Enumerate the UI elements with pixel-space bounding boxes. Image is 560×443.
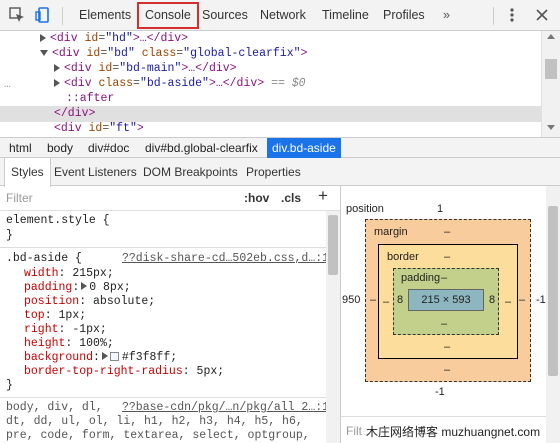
- dom-close-div[interactable]: </div>: [54, 106, 95, 121]
- position-right-value[interactable]: -1: [536, 294, 546, 306]
- inspect-element-icon[interactable]: [8, 6, 26, 24]
- device-mode-icon[interactable]: [34, 6, 52, 24]
- scroll-up-icon[interactable]: [547, 34, 555, 39]
- tab-styles[interactable]: Styles: [4, 158, 51, 187]
- tab-console[interactable]: Console: [137, 2, 199, 29]
- styles-filter-bar: Filter :hov .cls +: [0, 186, 340, 211]
- dom-node-bd[interactable]: <div id="bd" class="global-clearfix">: [40, 46, 307, 61]
- content-box[interactable]: 215 × 593: [408, 289, 484, 311]
- margin-top-value[interactable]: –: [444, 226, 450, 238]
- hov-toggle[interactable]: :hov: [244, 191, 269, 205]
- margin-right-value[interactable]: –: [519, 294, 525, 306]
- border-right-value[interactable]: –: [505, 296, 511, 308]
- margin-label: margin: [374, 226, 408, 238]
- border-left-value[interactable]: –: [383, 296, 389, 308]
- tab-dom-breakpoints[interactable]: DOM Breakpoints: [137, 158, 244, 186]
- expand-shorthand-icon[interactable]: [101, 352, 108, 360]
- tab-timeline[interactable]: Timeline: [316, 0, 375, 31]
- filter-input[interactable]: Filter: [6, 191, 33, 205]
- expand-shorthand-icon[interactable]: [81, 282, 88, 290]
- box-model-pane: position 1 950 -1 -1 margin – – – – bord…: [340, 186, 560, 443]
- styles-subtabs: Styles Event Listeners DOM Breakpoints P…: [0, 158, 560, 187]
- devtools-toolbar: Elements Console Sources Network Timelin…: [0, 0, 560, 31]
- padding-top-value[interactable]: –: [441, 272, 447, 284]
- toolbar-separator: [62, 7, 63, 25]
- css-property[interactable]: padding: 0 8px;: [24, 281, 131, 296]
- margin-bottom-value[interactable]: –: [444, 364, 450, 376]
- padding-bottom-value[interactable]: –: [441, 318, 447, 330]
- selected-node-dots: …: [4, 78, 11, 91]
- bd-aside-selector[interactable]: .bd-aside {: [6, 252, 82, 267]
- position-label: position: [346, 203, 384, 215]
- dom-tree: … <div id="hd">…</div> <div id="bd" clas…: [0, 31, 560, 137]
- bd-aside-source-link[interactable]: ??disk-share-cd…502eb.css,d…:1: [122, 252, 329, 267]
- css-property[interactable]: border-top-right-radius: 5px;: [24, 365, 224, 380]
- cls-toggle[interactable]: .cls: [281, 191, 301, 205]
- dom-node-bd-aside[interactable]: <div class="bd-aside">…</div> == $0: [54, 76, 306, 91]
- dom-node-hd[interactable]: <div id="hd">…</div>: [40, 31, 188, 46]
- dom-scrollbar[interactable]: [541, 31, 560, 137]
- dom-node-ft[interactable]: <div id="ft">: [54, 121, 144, 136]
- crumb-div-bd-aside[interactable]: div.bd-aside: [267, 138, 341, 158]
- border-label: border: [387, 251, 419, 263]
- boxmodel-scroll-thumb[interactable]: [548, 206, 558, 376]
- tab-profiles[interactable]: Profiles: [377, 0, 431, 31]
- border-box[interactable]: border – – – – padding – 8 8 – 215 × 593: [378, 244, 518, 359]
- border-top-value[interactable]: –: [444, 251, 450, 263]
- element-style-selector[interactable]: element.style {: [6, 214, 110, 229]
- close-icon[interactable]: [533, 6, 551, 24]
- scroll-thumb[interactable]: [545, 59, 557, 79]
- rule-divider: [0, 397, 326, 398]
- border-bottom-value[interactable]: –: [444, 341, 450, 353]
- position-top-value[interactable]: 1: [437, 203, 443, 215]
- crumb-html[interactable]: html: [4, 138, 37, 158]
- base-selector-cont: dt, dd, ul, ol, li, h1, h2, h3, h4, h5, …: [6, 415, 303, 428]
- kebab-menu-icon[interactable]: [503, 6, 521, 24]
- base-selector[interactable]: body, div, dl,: [6, 401, 103, 416]
- scroll-down-icon[interactable]: [547, 125, 555, 130]
- margin-left-value[interactable]: –: [370, 294, 376, 306]
- more-tabs-button[interactable]: »: [437, 0, 456, 31]
- tab-sources[interactable]: Sources: [196, 0, 254, 31]
- tab-event-listeners[interactable]: Event Listeners: [48, 158, 143, 186]
- styles-scroll-thumb[interactable]: [328, 215, 338, 275]
- padding-label: padding: [401, 272, 441, 284]
- css-property[interactable]: background: #f3f8ff;: [24, 351, 177, 366]
- position-left-value[interactable]: 950: [342, 294, 360, 306]
- toolbar-separator: [493, 7, 494, 25]
- bd-aside-close: }: [6, 379, 13, 392]
- dom-node-bd-main[interactable]: <div id="bd-main">…</div>: [54, 61, 237, 76]
- expand-arrow-icon[interactable]: [40, 33, 46, 42]
- color-swatch[interactable]: [109, 352, 119, 362]
- expand-arrow-icon[interactable]: [54, 78, 60, 87]
- computed-divider: [341, 416, 546, 417]
- watermark: 木庄网络博客 muzhuangnet.com: [362, 423, 545, 441]
- collapse-arrow-icon[interactable]: [40, 49, 48, 56]
- padding-right-value[interactable]: 8: [489, 294, 495, 306]
- base-selector-cont: pre, code, form, textarea, select, optgr…: [6, 429, 310, 442]
- padding-left-value[interactable]: 8: [397, 294, 403, 306]
- tab-properties[interactable]: Properties: [240, 158, 307, 186]
- base-source-link[interactable]: ??base-cdn/pkg/…n/pkg/all 2…:1: [122, 401, 329, 416]
- crumb-body[interactable]: body: [42, 138, 78, 158]
- css-property[interactable]: top: 1px;: [24, 309, 86, 324]
- breadcrumb: html body div#doc div#bd.global-clearfix…: [0, 137, 560, 158]
- css-property[interactable]: width: 215px;: [24, 267, 114, 282]
- dom-pseudo-after[interactable]: ::after: [66, 91, 114, 106]
- element-style-close: }: [6, 229, 13, 242]
- css-property[interactable]: right: -1px;: [24, 323, 107, 338]
- padding-box[interactable]: padding – 8 8 – 215 × 593: [393, 268, 499, 335]
- tab-network[interactable]: Network: [254, 0, 312, 31]
- rule-divider: [0, 247, 326, 248]
- new-rule-button[interactable]: +: [318, 186, 328, 206]
- crumb-div-bd[interactable]: div#bd.global-clearfix: [140, 138, 263, 158]
- css-property[interactable]: height: 100%;: [24, 337, 114, 352]
- css-property[interactable]: position: absolute;: [24, 295, 155, 310]
- expand-arrow-icon[interactable]: [54, 63, 60, 72]
- margin-box[interactable]: margin – – – – border – – – – padding – …: [365, 219, 531, 382]
- position-bottom-value[interactable]: -1: [435, 386, 445, 398]
- crumb-div-doc[interactable]: div#doc: [83, 138, 134, 158]
- tab-elements[interactable]: Elements: [73, 0, 137, 31]
